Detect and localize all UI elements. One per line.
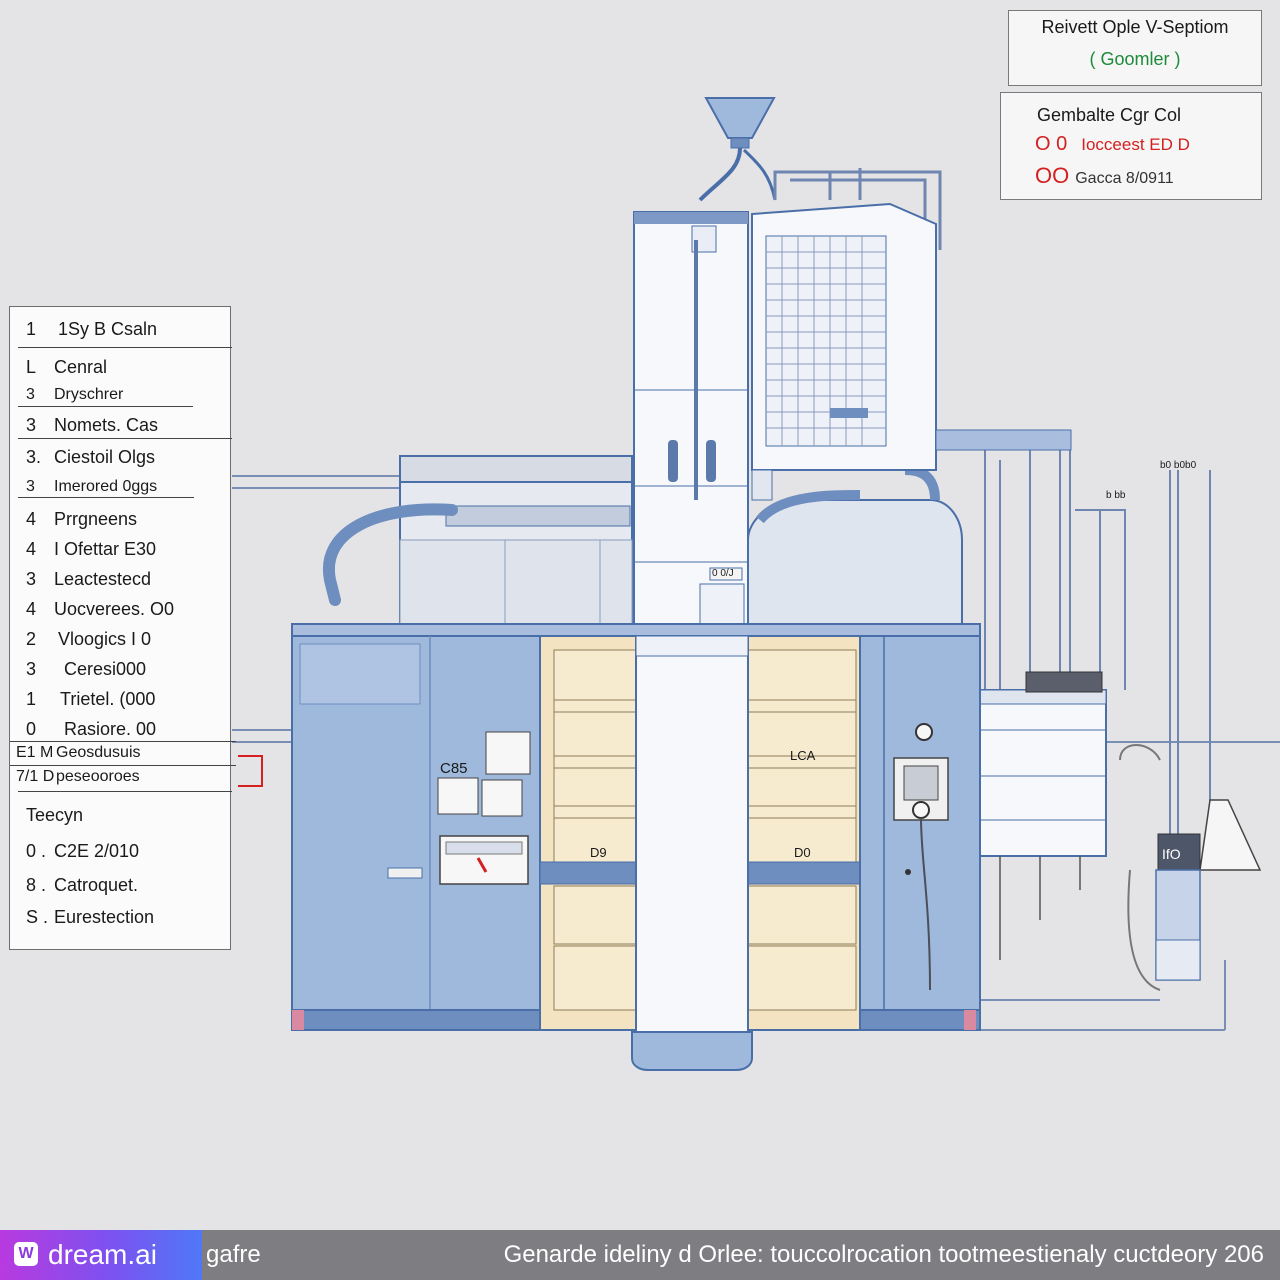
- footer-bar: W dream.ai gafre Genarde ideliny d Orlee…: [0, 1230, 1280, 1280]
- info-row2-text: Gacca 8/0911: [1075, 170, 1174, 187]
- legend-divider: [18, 406, 193, 407]
- title-box: Reivett Ople V-Septiom ( Goomler ): [1008, 10, 1262, 86]
- footer-caption: Genarde ideliny d Orlee: touccolrocation…: [503, 1241, 1264, 1268]
- legend-item-text: Nomets. Cas: [54, 415, 159, 435]
- top-right-rail: [935, 429, 1072, 451]
- legend-item-text: Cenral: [54, 357, 108, 377]
- legend-item-text: peseooroes: [56, 768, 140, 785]
- info-box-heading: Gembalte Cgr Col: [1037, 105, 1182, 125]
- legend-footer-text: C2E 2/010: [54, 841, 140, 861]
- canister-label: IfO: [1162, 846, 1181, 862]
- legend-divider: [18, 347, 232, 348]
- legend-item-num: 3: [26, 386, 35, 403]
- legend-footer-num: 0 .: [26, 841, 47, 861]
- legend-divider: [18, 791, 232, 792]
- legend-footer-text: Eurestection: [54, 907, 155, 927]
- legend-item-text: Leactestecd: [54, 569, 152, 589]
- brand-logo-icon: W: [14, 1242, 38, 1266]
- legend-item-num: 3: [26, 659, 37, 679]
- drawer-right-label: D0: [794, 845, 811, 860]
- right-pipe-label: b bb: [1106, 490, 1126, 501]
- legend-item-text: Dryschrer: [54, 386, 124, 403]
- brand-name: dream.ai: [48, 1239, 157, 1270]
- legend-item-num: 3.: [26, 447, 42, 467]
- legend-item-num: L: [26, 357, 37, 377]
- legend-item-num: 7/1 D: [16, 768, 55, 785]
- info-row2-code: OO: [1035, 163, 1070, 188]
- info-box-row1: O 0 Iocceest ED D: [1035, 133, 1190, 156]
- legend-item-text: Ciestoil Olgs: [54, 447, 156, 467]
- legend-item-num: 4: [26, 599, 37, 619]
- right-rounded-unit: [747, 465, 963, 625]
- cabinet-panel-label: C85: [440, 760, 468, 777]
- legend-footer-text: Catroquet.: [54, 875, 139, 895]
- top-funnel: [698, 97, 777, 202]
- legend-panel: 1 1Sy B Csaln L Cenral 3 Dryschrer 3 Nomets…: [9, 306, 236, 950]
- legend-item-text: Prrgneens: [54, 509, 138, 529]
- title-box-line1: Reivett Ople V-Septiom: [1041, 17, 1229, 37]
- title-box-line2: ( Goomler ): [1089, 49, 1181, 69]
- info-row1-text: Iocceest ED D: [1081, 135, 1190, 154]
- top-right-pipe-label: b0 b0b0: [1160, 460, 1197, 471]
- legend-item-num: 4: [26, 509, 37, 529]
- legend-item-text: Ceresi000: [64, 659, 147, 679]
- legend-header-num: 1: [26, 319, 37, 339]
- legend-item-text: I Ofettar E30: [54, 539, 157, 559]
- red-bracket: [238, 755, 263, 787]
- lca-label: LCA: [790, 748, 816, 763]
- legend-item-num: 1: [26, 689, 37, 709]
- legend-header-text: 1Sy B Csaln: [58, 319, 158, 339]
- legend-item-num: 3: [26, 569, 37, 589]
- legend-header: 1 1Sy B Csaln: [10, 313, 232, 345]
- info-row1-code: O 0: [1035, 133, 1068, 155]
- brand-badge[interactable]: W dream.ai: [0, 1230, 202, 1280]
- info-box-row2: OO Gacca 8/0911: [1035, 163, 1174, 189]
- canister: [1119, 744, 1262, 991]
- main-cabinet: [291, 623, 981, 1071]
- legend-item-text: Trietel. (000: [60, 689, 156, 709]
- legend-item-num: 4: [26, 539, 37, 559]
- legend-item-num: 2: [26, 629, 37, 649]
- legend-item-text: Uocverees. O0: [54, 599, 175, 619]
- legend-item-text: Vloogics I 0: [58, 629, 152, 649]
- radiator-box: [751, 202, 937, 501]
- drawer-left-label: D9: [590, 845, 607, 860]
- footer-tail-text: gafre: [206, 1241, 261, 1268]
- info-box: Gembalte Cgr Col O 0 Iocceest ED D OO Gacc…: [1000, 92, 1262, 200]
- column-tag-label: 0 0/J: [712, 568, 734, 579]
- legend-footer-title-text: Teecyn: [26, 805, 84, 825]
- legend-item-num: 3: [26, 415, 37, 435]
- right-tank-unit: [977, 671, 1107, 960]
- legend-divider: [18, 438, 232, 439]
- legend-footer-num: 8 .: [26, 875, 47, 895]
- back-unit: [399, 455, 633, 625]
- legend-footer-num: S .: [26, 907, 49, 927]
- legend-divider: [18, 497, 194, 498]
